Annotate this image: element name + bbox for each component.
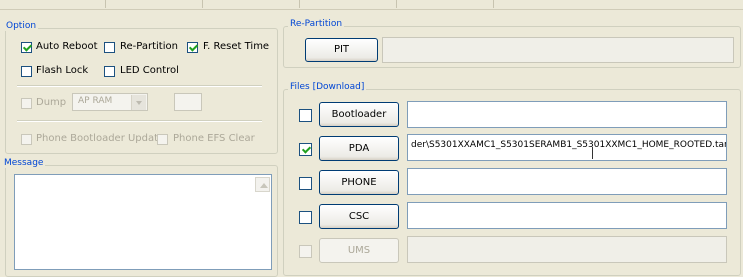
f-reset-time-checkbox[interactable] <box>187 42 198 53</box>
option-separator <box>17 85 262 87</box>
top-strip-segment <box>203 0 300 8</box>
ums-checkbox[interactable] <box>299 245 312 258</box>
phone-bootloader-update-label: Phone Bootloader Update <box>36 133 165 144</box>
option-separator <box>17 120 262 122</box>
top-strip-segment <box>397 0 494 8</box>
pit-button[interactable]: PIT <box>305 38 378 62</box>
f-reset-time-label: F. Reset Time <box>203 41 270 52</box>
dump-box[interactable] <box>174 93 202 111</box>
flash-lock-label: Flash Lock <box>36 65 89 76</box>
top-strip-segment <box>0 0 106 8</box>
pda-file-field[interactable]: der\S5301XXAMC1_S5301SERAMB1_S5301XXMC1_… <box>407 134 727 161</box>
dump-checkbox[interactable] <box>21 98 32 109</box>
re-partition-checkbox[interactable] <box>104 42 115 53</box>
re-partition-label: Re-Partition <box>120 41 178 52</box>
ums-file-field[interactable] <box>407 236 727 263</box>
led-control-checkbox[interactable] <box>104 66 115 77</box>
phone-efs-clear-label: Phone EFS Clear <box>173 133 255 144</box>
led-control-label: LED Control <box>120 65 179 76</box>
pda-button[interactable]: PDA <box>319 136 399 161</box>
chevron-down-icon[interactable] <box>131 95 146 110</box>
dump-select-value: AP RAM <box>78 96 113 106</box>
phone-efs-clear-checkbox[interactable] <box>157 134 168 145</box>
bootloader-button[interactable]: Bootloader <box>319 102 399 127</box>
message-textarea[interactable] <box>14 174 272 270</box>
ums-button[interactable]: UMS <box>319 238 399 263</box>
csc-checkbox[interactable] <box>299 211 312 224</box>
csc-button[interactable]: CSC <box>319 204 399 229</box>
pit-file-field[interactable] <box>382 37 734 63</box>
option-group-title: Option <box>4 21 39 31</box>
auto-reboot-checkbox[interactable] <box>21 42 32 53</box>
top-strip-segment <box>300 0 397 8</box>
top-strip-segment <box>106 0 203 8</box>
scroll-up-button[interactable] <box>255 177 270 192</box>
re-partition-group-title: Re-Partition <box>288 19 345 29</box>
pda-checkbox[interactable] <box>299 143 312 156</box>
phone-checkbox[interactable] <box>299 177 312 190</box>
phone-bootloader-update-checkbox[interactable] <box>21 134 32 145</box>
files-download-group-title: Files [Download] <box>288 82 367 92</box>
phone-file-field[interactable] <box>407 168 727 195</box>
phone-button[interactable]: PHONE <box>319 170 399 195</box>
message-group-title: Message <box>2 158 46 168</box>
dump-select[interactable]: AP RAM <box>72 93 148 111</box>
auto-reboot-label: Auto Reboot <box>36 41 98 52</box>
dump-label: Dump <box>36 97 67 108</box>
csc-file-field[interactable] <box>407 202 727 229</box>
bootloader-file-field[interactable] <box>407 101 727 128</box>
bootloader-checkbox[interactable] <box>299 109 312 122</box>
text-cursor <box>592 147 593 159</box>
top-strip <box>0 0 743 10</box>
flash-lock-checkbox[interactable] <box>21 66 32 77</box>
